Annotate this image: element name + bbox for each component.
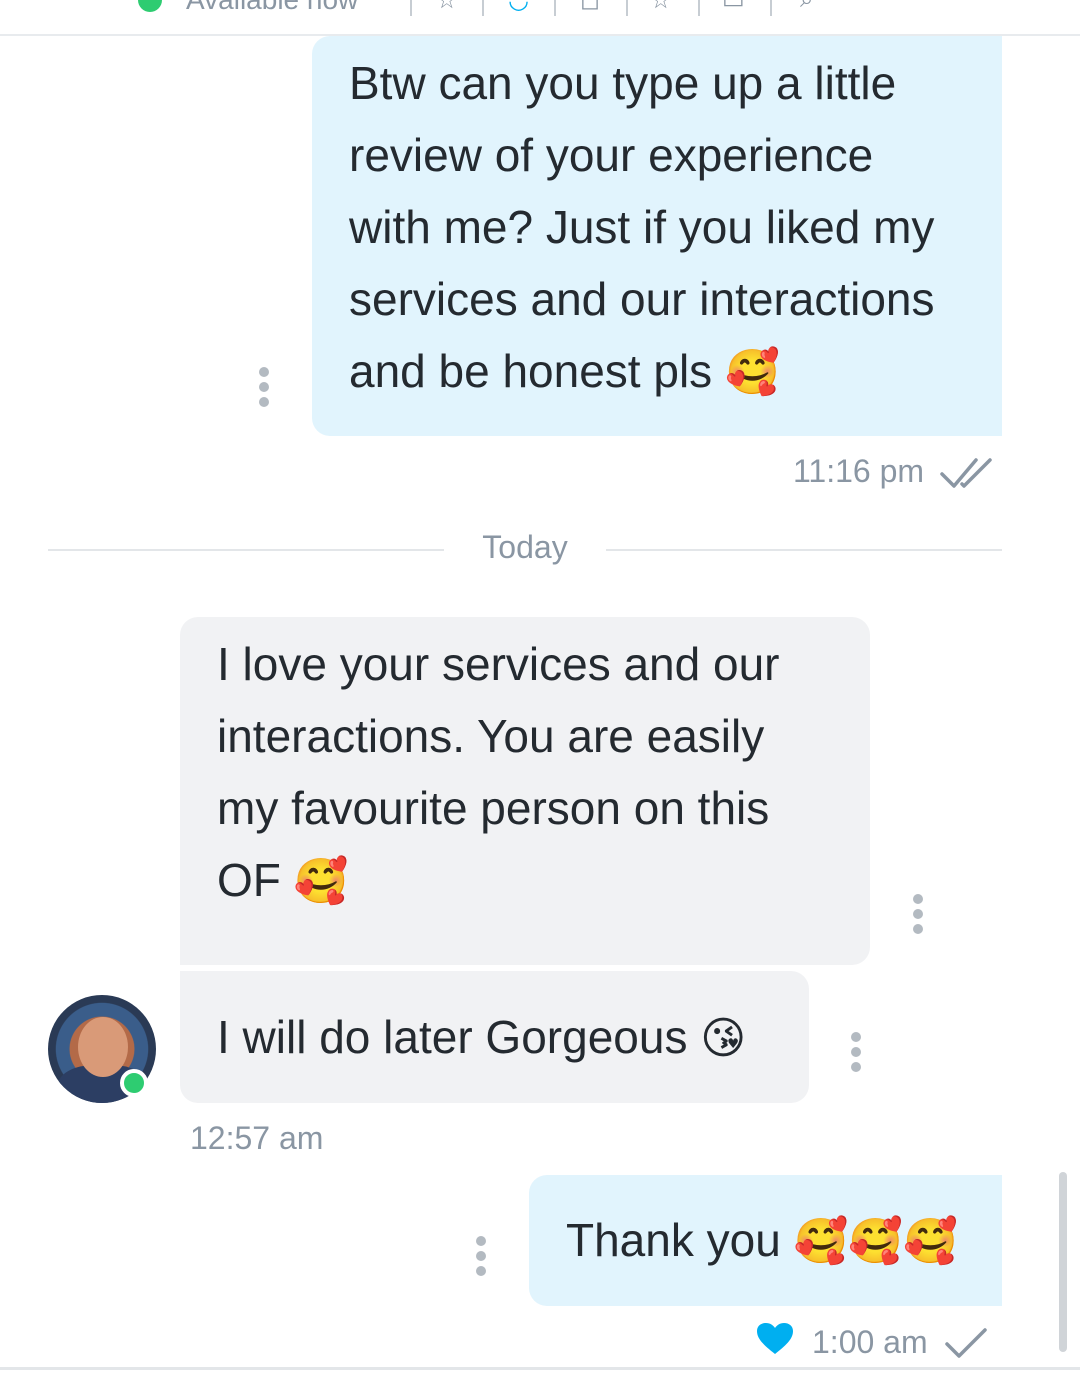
star-icon[interactable]: ☆ bbox=[436, 0, 458, 15]
message-text: and be honest pls bbox=[349, 345, 713, 397]
search-icon[interactable]: ⌕ bbox=[800, 0, 813, 14]
toolbar-divider bbox=[554, 0, 556, 16]
date-separator: Today bbox=[482, 529, 568, 565]
avatar-face bbox=[78, 1017, 128, 1077]
message-text: Thank you bbox=[566, 1214, 781, 1266]
toolbar-divider bbox=[410, 0, 412, 16]
message-line: and be honest pls 🥰 bbox=[349, 335, 1002, 409]
message-line: I love your services and our bbox=[217, 638, 780, 690]
message-line: review of your experience bbox=[349, 129, 874, 181]
message-line: my favourite person on this bbox=[217, 782, 770, 834]
message-line: services and our interactions bbox=[349, 273, 935, 325]
more-vertical-icon[interactable] bbox=[476, 1236, 486, 1281]
bell-icon[interactable]: ◡ bbox=[508, 0, 529, 15]
pin-icon[interactable]: ☆ bbox=[650, 0, 672, 15]
message-text: I will do later Gorgeous bbox=[217, 1011, 688, 1063]
check-icon bbox=[945, 1328, 987, 1358]
smiling-hearts-emoji: 🥰 bbox=[293, 856, 349, 907]
message-line: with me? Just if you liked my bbox=[349, 201, 935, 253]
toolbar-divider bbox=[482, 0, 484, 16]
smiling-hearts-emoji: 🥰 bbox=[724, 347, 780, 398]
message-line: I will do later Gorgeous 😘 bbox=[217, 1001, 809, 1075]
availability-status: Available now bbox=[186, 0, 358, 16]
composer-divider bbox=[0, 1367, 1080, 1370]
chat-header-toolbar: Available now ☆ ◡ ◻ ☆ ▭ ⌕ bbox=[0, 0, 1080, 36]
more-vertical-icon[interactable] bbox=[851, 1032, 861, 1077]
heart-icon[interactable] bbox=[756, 1322, 794, 1356]
message-line: interactions. You are easily bbox=[217, 710, 765, 762]
more-vertical-icon[interactable] bbox=[913, 894, 923, 939]
more-vertical-icon[interactable] bbox=[259, 367, 269, 412]
online-status-icon bbox=[138, 0, 162, 12]
folder-icon[interactable]: ▭ bbox=[722, 0, 745, 15]
message-bubble-outgoing[interactable]: Thank you 🥰🥰🥰 bbox=[529, 1175, 1002, 1306]
toolbar-divider bbox=[626, 0, 628, 16]
kissing-face-emoji: 😘 bbox=[700, 1013, 747, 1064]
message-bubble-incoming[interactable]: I love your services and our interaction… bbox=[180, 617, 870, 965]
toolbar-divider bbox=[698, 0, 700, 16]
image-icon[interactable]: ◻ bbox=[580, 0, 600, 15]
message-bubble-incoming[interactable]: I will do later Gorgeous 😘 bbox=[180, 971, 809, 1103]
smiling-hearts-emoji: 🥰🥰🥰 bbox=[793, 1216, 958, 1267]
toolbar-divider bbox=[770, 0, 772, 16]
message-line: Btw can you type up a little bbox=[349, 57, 897, 109]
message-timestamp: 1:00 am bbox=[812, 1324, 928, 1360]
message-bubble-outgoing[interactable]: Btw can you type up a little review of y… bbox=[312, 36, 1002, 436]
message-line: Thank you 🥰🥰🥰 bbox=[566, 1204, 1002, 1278]
double-check-icon bbox=[940, 458, 992, 488]
message-line: OF 🥰 bbox=[217, 844, 870, 918]
online-status-icon bbox=[120, 1069, 148, 1097]
message-timestamp: 11:16 pm bbox=[793, 453, 925, 489]
message-text: OF bbox=[217, 854, 281, 906]
scrollbar[interactable] bbox=[1059, 1172, 1067, 1352]
message-timestamp: 12:57 am bbox=[190, 1120, 324, 1156]
